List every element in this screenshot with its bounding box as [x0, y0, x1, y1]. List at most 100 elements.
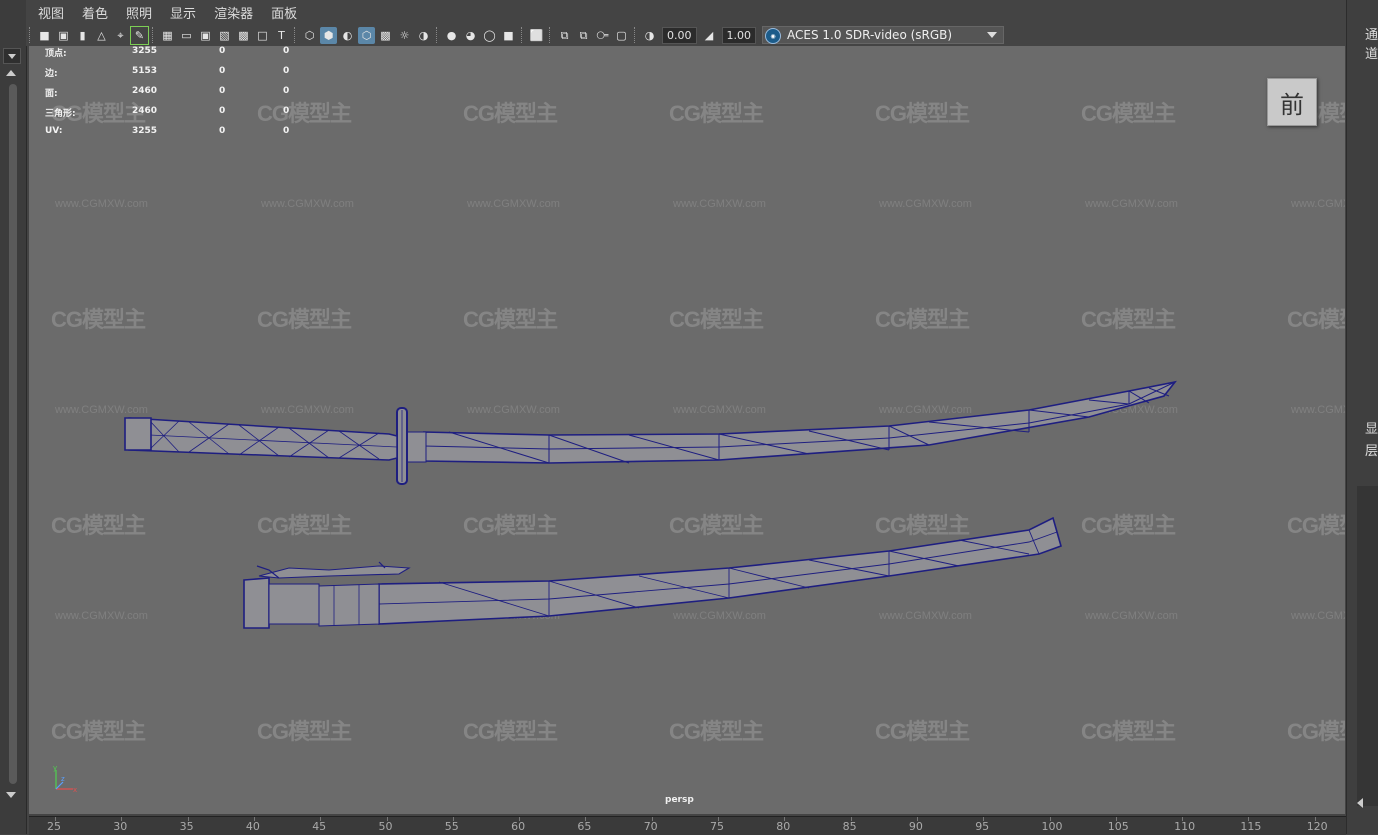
backface-cull-icon[interactable]: ▢	[613, 27, 630, 44]
axis-label-y: y	[53, 764, 57, 772]
ruler-tick	[55, 817, 56, 821]
view-cube-front[interactable]: 前	[1267, 78, 1317, 126]
katana-pommel	[124, 417, 152, 451]
exposure-field[interactable]: 0.00	[662, 26, 697, 44]
ruler-frame-label: 115	[1240, 820, 1262, 833]
ruler-frame-label: 30	[113, 820, 128, 833]
toolbar-separator	[29, 27, 32, 43]
ruler-frame-label: 50	[378, 820, 393, 833]
xray-active-icon[interactable]: ⧉	[575, 27, 592, 44]
ruler-frame-label: 65	[577, 820, 592, 833]
ruler-frame-label: 110	[1174, 820, 1196, 833]
shadows-icon[interactable]: ◑	[415, 27, 432, 44]
wireframe-icon[interactable]: ⬡	[301, 27, 318, 44]
collapse-arrow-icon[interactable]	[1357, 798, 1363, 808]
depth-of-field-icon[interactable]: ■	[500, 27, 517, 44]
toolbar-separator	[294, 27, 297, 43]
ruler-frame-label: 95	[975, 820, 990, 833]
toolbar-separator	[521, 27, 524, 43]
2d-pan-zoom-icon[interactable]: ⌖	[112, 27, 129, 44]
isolate-select-icon[interactable]: ⬜	[528, 27, 545, 44]
katana-handle	[128, 417, 398, 461]
left-scrollbar[interactable]	[9, 84, 17, 784]
ruler-tick	[519, 817, 521, 821]
ruler-frame-label: 25	[47, 820, 61, 833]
panel-toolbar: ■ ▣ ▮ △ ⌖ ✎ ▦ ▭ ▣ ▧ ▩ □ T ⬡ ⬢ ◐ ⬡ ▩ ☼ ◑ …	[26, 24, 1346, 46]
left-tool-strip	[0, 0, 27, 834]
scabbard	[378, 516, 1062, 625]
multisample-aa-icon[interactable]: ◯	[481, 27, 498, 44]
textured-icon[interactable]: ▩	[377, 27, 394, 44]
menu-show[interactable]: 显示	[164, 3, 202, 22]
film-gate-icon[interactable]: ▭	[178, 27, 195, 44]
panel-menu-dropdown[interactable]	[3, 48, 21, 64]
ruler-tick	[1314, 817, 1316, 821]
ruler-tick	[1049, 817, 1051, 821]
ruler-frame-label: 60	[511, 820, 526, 833]
ruler-tick	[121, 817, 123, 821]
axis-label-z: z	[61, 775, 65, 783]
channel-box-panel: 通道 显 层	[1346, 0, 1378, 834]
menu-renderer[interactable]: 渲染器	[208, 3, 259, 22]
chevron-down-icon	[987, 32, 997, 38]
gamma-icon[interactable]: ◢	[701, 27, 718, 44]
ruler-frame-label: 80	[776, 820, 791, 833]
gate-mask-icon[interactable]: ▧	[216, 27, 233, 44]
bookmark-icon[interactable]: ▮	[74, 27, 91, 44]
panel-menubar: 视图 着色 照明 显示 渲染器 面板	[26, 0, 1346, 24]
screen-space-ao-icon[interactable]: ●	[443, 27, 460, 44]
menu-panels[interactable]: 面板	[265, 3, 303, 22]
scroll-up-arrow-icon[interactable]	[6, 70, 16, 76]
ruler-frame-label: 40	[245, 820, 260, 833]
layer-list-area	[1357, 486, 1378, 806]
camera-attributes-icon[interactable]: ▣	[55, 27, 72, 44]
safe-action-icon[interactable]: □	[254, 27, 271, 44]
resolution-gate-icon[interactable]: ▣	[197, 27, 214, 44]
xray-joints-icon[interactable]: ⧃	[594, 27, 611, 44]
axis-gizmo: y z x	[53, 764, 77, 794]
ruler-frame-label: 100	[1041, 820, 1063, 833]
menu-shading[interactable]: 着色	[76, 3, 114, 22]
ruler-tick	[253, 817, 255, 821]
menu-view[interactable]: 视图	[32, 3, 70, 22]
motion-blur-icon[interactable]: ◕	[462, 27, 479, 44]
toolbar-separator	[634, 27, 637, 43]
channel-box-title[interactable]: 通道	[1365, 24, 1378, 62]
smooth-shade-icon[interactable]: ⬢	[320, 26, 337, 44]
use-all-lights-icon[interactable]: ☼	[396, 27, 413, 44]
gamma-field[interactable]: 1.00	[721, 26, 756, 44]
ruler-tick	[850, 817, 852, 821]
grease-pencil-icon[interactable]: ✎	[130, 25, 149, 45]
ruler-tick	[585, 817, 587, 821]
scroll-down-arrow-icon[interactable]	[6, 792, 16, 798]
camera-name-label: persp	[665, 795, 694, 805]
ruler-frame-label: 70	[643, 820, 658, 833]
time-slider-ruler[interactable]: 25 30 35 40 45 50 55 60 65 70 75 80 85 90 95 100 105 110 1…	[29, 816, 1346, 835]
color-space-dropdown[interactable]: ◉ ACES 1.0 SDR-video (sRGB)	[762, 26, 1004, 44]
3d-viewport[interactable]: CG模型主 CG模型主 CG模型主 CG模型主 CG模型主 CG模型主 CG模型主 CG模型主…	[29, 46, 1345, 814]
scabbard-kurikata	[318, 583, 380, 627]
field-chart-icon[interactable]: ▩	[235, 27, 252, 44]
ruler-tick	[718, 817, 719, 821]
camera-select-icon[interactable]: ■	[36, 27, 53, 44]
ruler-tick	[1182, 817, 1184, 821]
menu-lighting[interactable]: 照明	[120, 3, 158, 22]
ruler-frame-label: 35	[179, 820, 194, 833]
scabbard-sageo-cord	[258, 565, 411, 579]
exposure-icon[interactable]: ◑	[641, 27, 658, 44]
ruler-tick	[1248, 817, 1250, 821]
ruler-frame-label: 105	[1107, 820, 1129, 833]
xray-icon[interactable]: ⧉	[556, 27, 573, 44]
display-tab[interactable]: 显	[1365, 418, 1378, 437]
ruler-frame-label: 90	[908, 820, 923, 833]
layer-tab[interactable]: 层	[1365, 440, 1378, 459]
ruler-tick	[452, 817, 454, 821]
default-material-icon[interactable]: ◐	[339, 27, 356, 44]
grid-icon[interactable]: ▦	[159, 27, 176, 44]
katana-sword-model[interactable]	[29, 46, 1345, 814]
safe-title-icon[interactable]: T	[273, 27, 290, 44]
color-management-icon[interactable]: ◉	[765, 28, 781, 44]
toolbar-separator	[549, 27, 552, 43]
image-plane-icon[interactable]: △	[93, 27, 110, 44]
wireframe-on-shaded-icon[interactable]: ⬡	[358, 26, 375, 44]
